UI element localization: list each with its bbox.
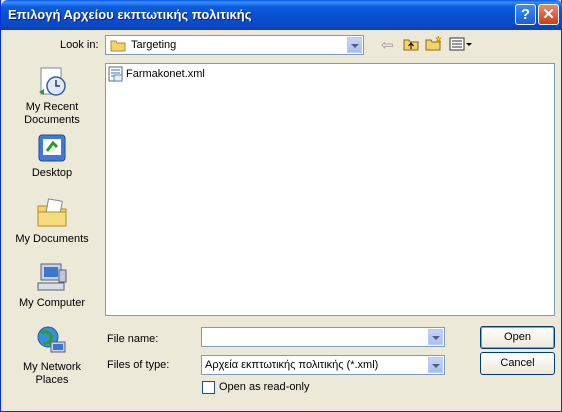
- readonly-label[interactable]: Open as read-only: [219, 381, 310, 393]
- my-computer-icon: [37, 263, 67, 291]
- filetype-label: Files of type:: [107, 359, 170, 371]
- place-my-documents[interactable]: My Documents: [5, 196, 99, 246]
- readonly-checkbox[interactable]: [202, 381, 215, 394]
- desktop-icon: [38, 134, 66, 162]
- view-menu-icon[interactable]: [449, 37, 473, 51]
- file-name: Farmakonet.xml: [126, 68, 205, 80]
- back-icon[interactable]: ⇦: [381, 36, 394, 54]
- place-my-computer[interactable]: My Computer: [5, 260, 99, 310]
- place-label: My Documents: [15, 233, 89, 245]
- help-button[interactable]: ?: [515, 4, 536, 25]
- open-button[interactable]: Open: [480, 326, 555, 349]
- filename-dropdown-button[interactable]: [428, 329, 443, 345]
- new-folder-icon[interactable]: [425, 35, 443, 51]
- recent-documents-icon: [39, 67, 66, 96]
- xml-file-icon: [108, 66, 123, 82]
- place-label: My Recent Documents: [24, 101, 80, 126]
- close-button[interactable]: ✕: [538, 4, 559, 25]
- filetype-value: Αρχεία εκπτωτικής πολιτικής (*.xml): [205, 359, 379, 371]
- lookin-value: Targeting: [131, 39, 177, 51]
- place-label: Desktop: [31, 167, 73, 179]
- lookin-dropdown-button[interactable]: [347, 37, 362, 53]
- filename-label: File name:: [107, 333, 159, 345]
- up-folder-icon[interactable]: [403, 37, 419, 51]
- cancel-button[interactable]: Cancel: [480, 352, 555, 375]
- filename-input[interactable]: [201, 327, 445, 347]
- filetype-dropdown-button[interactable]: [428, 357, 443, 373]
- place-desktop[interactable]: Desktop: [5, 132, 99, 180]
- folder-icon: [110, 40, 126, 52]
- network-places-icon: [37, 326, 66, 353]
- file-list[interactable]: Farmakonet.xml: [105, 63, 555, 316]
- place-label: My Computer: [18, 297, 86, 309]
- lookin-label: Look in:: [60, 39, 99, 51]
- dialog-title: Επιλογή Αρχείου εκπτωτικής πολιτικής: [8, 7, 252, 22]
- places-bar: My Recent Documents Desktop My Documents: [5, 60, 99, 400]
- title-bar[interactable]: Επιλογή Αρχείου εκπτωτικής πολιτικής ? ✕: [1, 0, 562, 30]
- my-documents-icon: [37, 198, 67, 227]
- place-label: My Network Places: [22, 361, 82, 386]
- place-my-recent-documents[interactable]: My Recent Documents: [5, 66, 99, 127]
- filetype-select[interactable]: Αρχεία εκπτωτικής πολιτικής (*.xml): [201, 355, 445, 375]
- file-open-dialog: Επιλογή Αρχείου εκπτωτικής πολιτικής ? ✕…: [0, 0, 562, 412]
- lookin-combo[interactable]: Targeting: [105, 35, 364, 55]
- place-my-network-places[interactable]: My Network Places: [5, 324, 99, 387]
